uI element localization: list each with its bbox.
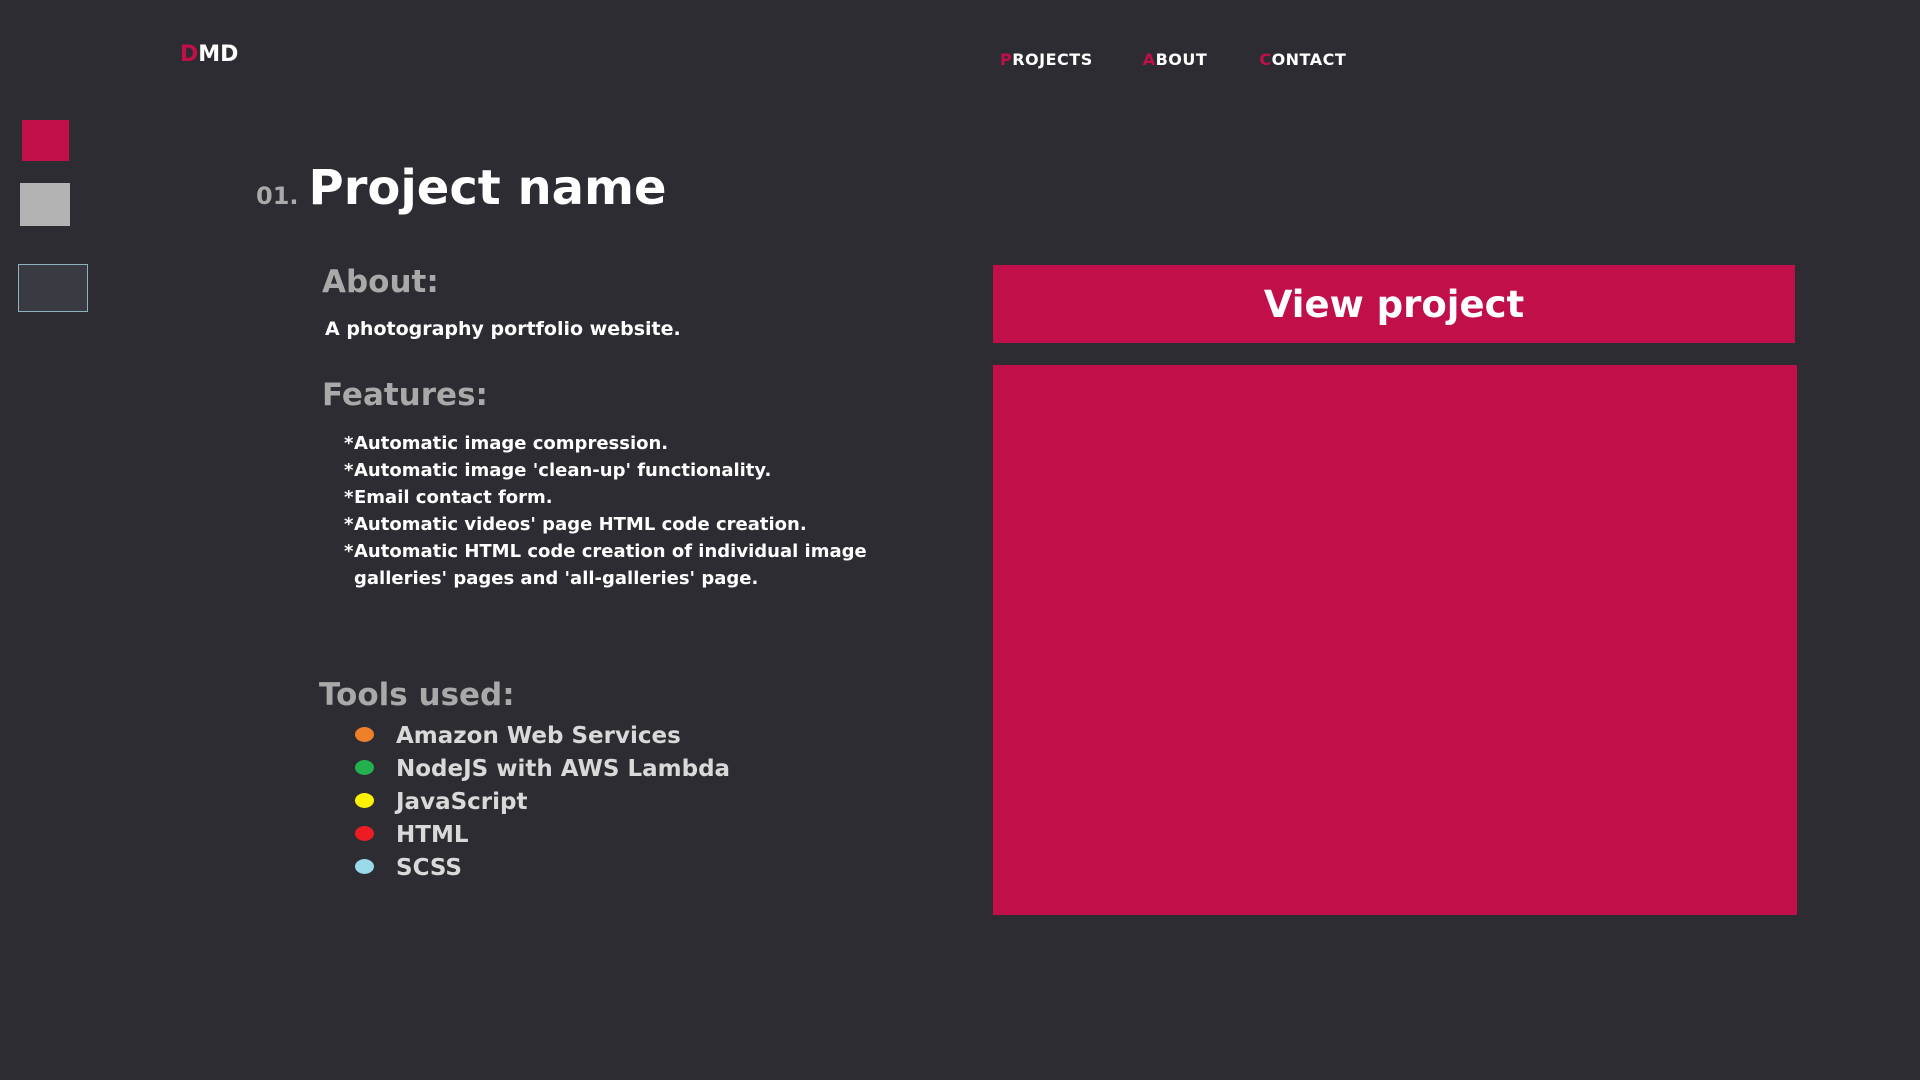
feature-text: Email contact form. (354, 487, 553, 508)
tools-list: Amazon Web Services NodeJS with AWS Lamb… (355, 720, 730, 885)
tool-color-dot-icon (355, 826, 374, 841)
tool-name: Amazon Web Services (396, 723, 681, 749)
feature-text: Automatic image compression. (354, 433, 669, 454)
nav-item-label: ROJECTS (1012, 50, 1093, 69)
nav-item-about[interactable]: ABOUT (1143, 50, 1208, 69)
about-text: A photography portfolio website. (325, 318, 681, 340)
project-selector-1[interactable] (22, 120, 69, 161)
about-heading: About: (322, 264, 439, 300)
tool-color-dot-icon (355, 760, 374, 775)
feature-item: * Automatic HTML code creation of individ… (344, 538, 904, 592)
tool-color-dot-icon (355, 859, 374, 874)
feature-item: * Automatic image compression. (344, 430, 904, 457)
tool-item: NodeJS with AWS Lambda (355, 753, 730, 786)
tool-item: SCSS (355, 852, 730, 885)
feature-item: * Email contact form. (344, 484, 904, 511)
project-selector-2[interactable] (20, 183, 70, 226)
nav-item-first-letter: A (1142, 50, 1156, 69)
features-heading: Features: (322, 377, 488, 413)
project-title-row: 01. Project name (256, 160, 667, 216)
feature-text: Automatic HTML code creation of individu… (354, 541, 867, 589)
features-list: * Automatic image compression. * Automatic… (344, 430, 904, 592)
tool-color-dot-icon (355, 727, 374, 742)
logo-first-letter: D (180, 42, 199, 67)
project-selector-3[interactable] (18, 264, 88, 312)
main-nav: PROJECTS ABOUT CONTACT (1000, 50, 1396, 69)
feature-text: Automatic image 'clean-up' functionality… (354, 460, 772, 481)
tool-item: HTML (355, 819, 730, 852)
logo-rest: MD (198, 42, 239, 67)
feature-bullet: * (344, 433, 354, 454)
tool-name: NodeJS with AWS Lambda (396, 756, 731, 782)
nav-item-first-letter: C (1259, 50, 1272, 69)
page: DMD PROJECTS ABOUT CONTACT 01. Project n… (0, 0, 1920, 1080)
tool-color-dot-icon (355, 793, 374, 808)
nav-item-contact[interactable]: CONTACT (1259, 50, 1346, 69)
project-number: 01. (256, 182, 299, 210)
tool-item: Amazon Web Services (355, 720, 730, 753)
tool-name: JavaScript (396, 789, 528, 815)
project-title: Project name (308, 160, 667, 216)
nav-item-label: ONTACT (1271, 50, 1347, 69)
view-project-button[interactable]: View project (993, 265, 1795, 343)
tools-heading: Tools used: (319, 677, 515, 713)
tool-name: SCSS (396, 855, 462, 881)
feature-bullet: * (344, 514, 354, 535)
feature-text: Automatic videos' page HTML code creatio… (354, 514, 807, 535)
tool-name: HTML (396, 822, 469, 848)
logo[interactable]: DMD (180, 42, 238, 67)
feature-bullet: * (344, 460, 354, 481)
project-preview-image[interactable] (993, 365, 1797, 915)
tool-item: JavaScript (355, 786, 730, 819)
feature-bullet: * (344, 541, 354, 562)
nav-item-first-letter: P (1000, 50, 1013, 69)
feature-item: * Automatic image 'clean-up' functionalit… (344, 457, 904, 484)
feature-item: * Automatic videos' page HTML code creati… (344, 511, 904, 538)
nav-item-projects[interactable]: PROJECTS (1000, 50, 1093, 69)
feature-bullet: * (344, 487, 354, 508)
nav-item-label: BOUT (1155, 50, 1208, 69)
